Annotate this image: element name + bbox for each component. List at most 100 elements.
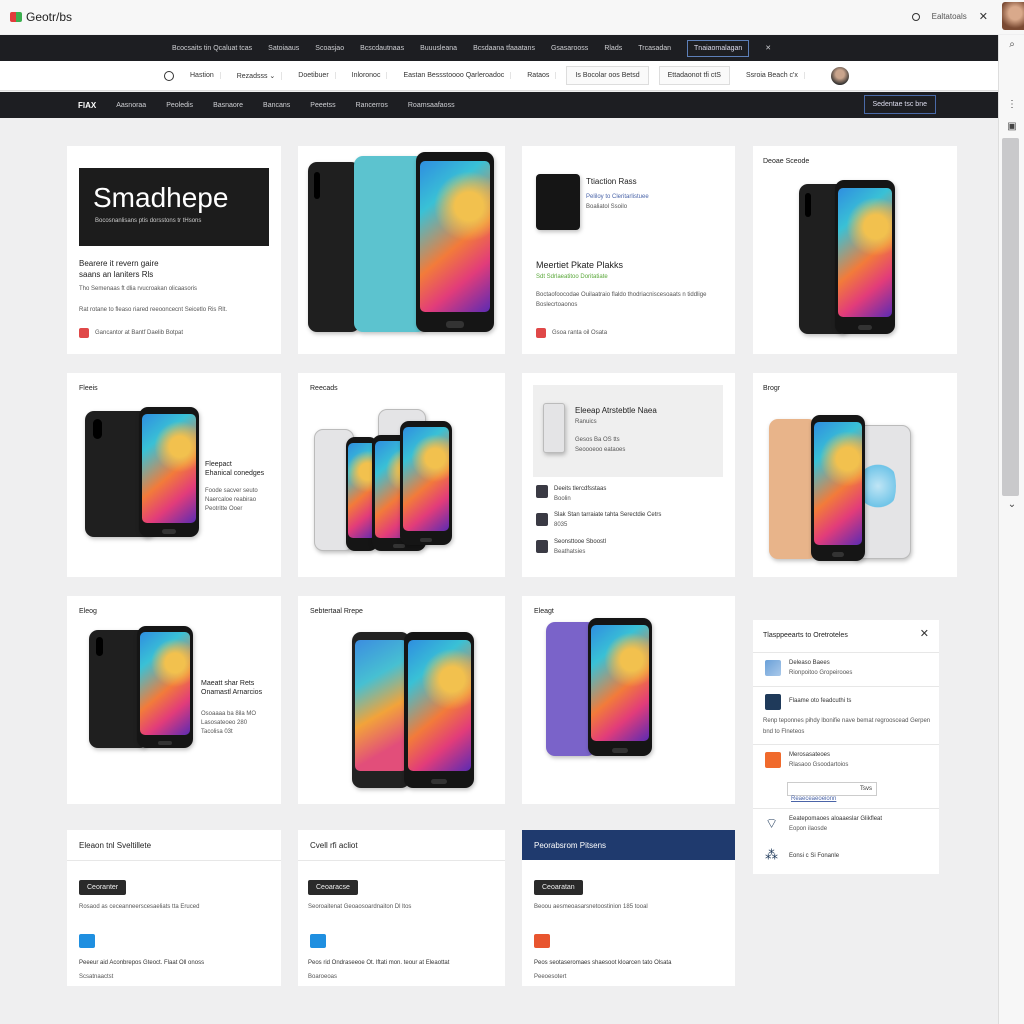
title-bar: Geotr/bs Ealtatoals ✕ <box>0 0 1024 34</box>
nav1-item[interactable]: Bcscdautnaas <box>360 45 404 52</box>
filter-item[interactable]: Ssroia Beach c'x <box>740 72 805 79</box>
panel-item-sub: Rionpoitoo Gropeirooes <box>789 670 853 676</box>
app-logo[interactable]: Geotr/bs <box>10 10 72 24</box>
category-item[interactable]: Aasnoraa <box>116 102 146 109</box>
phone-image <box>139 407 199 537</box>
nav1-item[interactable]: Rlads <box>604 45 622 52</box>
product-card[interactable]: Ttiaction Rass Peliloy to Cleritarlistue… <box>522 146 735 354</box>
panel-item[interactable]: Flaame oto feadcuthi ts <box>789 696 851 707</box>
nav3-cta-button[interactable]: Sedentae tsc bne <box>863 95 936 114</box>
info-card[interactable]: Peorabsrom Pitsens Ceoaratan Beoou aesme… <box>522 830 735 986</box>
image-icon[interactable]: ▣ <box>1006 121 1018 133</box>
nav1-item[interactable]: Bcocsaits tin Qcaluat tcas <box>172 45 252 52</box>
nav1-boxed-button[interactable]: Tnaiaomalagan <box>687 39 750 57</box>
search-icon[interactable]: ⌕ <box>1006 39 1018 51</box>
filter-box[interactable]: Ettadaonot tfi ctS <box>658 66 730 85</box>
card-heading: Ehanical conedges <box>205 470 265 477</box>
product-card[interactable]: Sebtertaal Rrepe <box>298 596 505 804</box>
product-card[interactable]: Eleagt <box>522 596 735 804</box>
phone-image <box>400 421 452 545</box>
feature-box: Eleeap Atrstebtle Naea Ranuics Gesos Ba … <box>533 385 723 477</box>
nav3-brand[interactable]: FlAX <box>78 101 96 110</box>
brand-mark-icon <box>10 12 22 22</box>
card-title: Eleagt <box>534 608 554 615</box>
product-card[interactable]: Deoae Sceode <box>753 146 957 354</box>
product-card[interactable]: Smadhepe Bocosnanlisans ptis dorsstons t… <box>67 146 281 354</box>
nav1-item[interactable]: Satoiaaus <box>268 45 299 52</box>
scrollbar-thumb[interactable] <box>1002 138 1019 496</box>
nav1-item[interactable]: Gsasarooss <box>551 45 588 52</box>
product-card[interactable]: Reecads <box>298 373 505 577</box>
panel-link[interactable]: Reaeceaeoeionn <box>791 794 836 805</box>
card-text: Peotritte Ooer <box>205 506 243 512</box>
nav1-item[interactable]: Bcsdaana tfaaatans <box>473 45 535 52</box>
category-item[interactable]: Peoledis <box>166 102 193 109</box>
feature-text: Seoooeoo eataoes <box>575 447 626 453</box>
primary-nav: Bcocsaits tin Qcaluat tcas Satoiaaus Sco… <box>0 35 998 61</box>
nav1-item[interactable]: Buuusleana <box>420 45 457 52</box>
card-icon <box>79 934 95 948</box>
hero-banner: Smadhepe Bocosnanlisans ptis dorsstons t… <box>79 168 269 246</box>
filter-item[interactable]: Doetibuer <box>292 72 336 79</box>
card-footer[interactable]: Gsoa ranta oil Osata <box>552 328 607 339</box>
card-text: Peeeur aid Aconbrepos Gteoct. Flaat Oll … <box>79 960 205 966</box>
close-icon[interactable]: ✕ <box>920 627 929 640</box>
nav1-item[interactable]: Scoasjao <box>315 45 344 52</box>
menu-icon[interactable]: ⋮ <box>1006 99 1018 111</box>
card-title: Sebtertaal Rrepe <box>310 608 363 615</box>
list-item-sub: Boolin <box>554 496 571 502</box>
list-icon <box>536 513 548 526</box>
profile-avatar[interactable] <box>830 66 849 85</box>
product-card[interactable]: Eleog Maeatt shar Rets Onamastl Arnarcio… <box>67 596 281 804</box>
phone-image <box>769 419 817 559</box>
filter-item[interactable]: Hastion <box>184 72 221 79</box>
card-icon <box>310 934 326 948</box>
panel-item[interactable]: Eonsi c Si Fonanle <box>789 851 839 862</box>
card-header: Peorabsrom Pitsens <box>522 830 735 860</box>
product-card[interactable] <box>298 146 505 354</box>
filter-bar: Hastion Rezadsss ⌄ Doetibuer Inloronoc E… <box>0 61 998 91</box>
product-card[interactable]: Eleeap Atrstebtle Naea Ranuics Gesos Ba … <box>522 373 735 577</box>
nav1-item[interactable]: Trcasadan <box>638 45 671 52</box>
info-card[interactable]: Eleaon tnl Sveltillete Ceoranter Rosaod … <box>67 830 281 986</box>
card-action-button[interactable]: Ceoranter <box>79 880 127 895</box>
product-card[interactable]: Brogr <box>753 373 957 577</box>
card-title: Eleog <box>79 608 97 615</box>
category-item[interactable]: Rancerros <box>356 102 388 109</box>
filter-item[interactable]: Rataos <box>521 72 557 79</box>
user-avatar[interactable] <box>1002 2 1024 30</box>
category-item[interactable]: Basnaore <box>213 102 243 109</box>
filter-dropdown[interactable]: Rezadsss ⌄ <box>231 71 283 80</box>
search-icon[interactable] <box>911 12 920 21</box>
top-link[interactable]: Ealtatoals <box>932 12 967 21</box>
phone-image <box>404 632 474 788</box>
card-footer[interactable]: Gancantor at Bantf Daelib Botpat <box>95 328 183 339</box>
info-card[interactable]: Cvell rfi acliot Ceoaracse Seoroaitenat … <box>298 830 505 986</box>
category-item[interactable]: Peeetss <box>310 102 335 109</box>
filter-box[interactable]: Is Bocolar oos Betsd <box>566 66 649 85</box>
list-item-sub: 8035 <box>554 522 568 528</box>
filter-item[interactable]: Eastan Bessstoooo Qarleroadoc <box>397 72 512 79</box>
hero-title: Smadhepe <box>93 182 229 213</box>
filter-item[interactable]: Inloronoc <box>346 72 388 79</box>
product-card[interactable]: Fleeis Fleepact Ehanical conedges Foode … <box>67 373 281 577</box>
card-text: Peos rid Ondraseeoe Ot. lftati mon. teou… <box>308 960 450 966</box>
card-action-button[interactable]: Ceoaratan <box>534 880 583 895</box>
clock-icon[interactable] <box>164 70 174 81</box>
card-title: Cvell rfi acliot <box>310 841 358 850</box>
list-icon <box>536 485 548 498</box>
category-item[interactable]: Bancans <box>263 102 290 109</box>
scroll-down-icon[interactable]: ⌄ <box>1006 499 1018 511</box>
card-action-button[interactable]: Ceoaracse <box>308 880 358 895</box>
category-item[interactable]: Roamsaafaoss <box>408 102 455 109</box>
nav1-close-icon[interactable]: ✕ <box>765 44 771 52</box>
card-text: Tho Semenaas ft dlia rvucroakan olicaaso… <box>79 286 198 292</box>
phone-image <box>308 162 360 332</box>
close-icon[interactable]: ✕ <box>979 10 988 23</box>
phone-image <box>543 403 565 453</box>
chart-icon <box>765 752 781 768</box>
card-text: Scsatnaactst <box>79 974 114 980</box>
list-item[interactable]: Slak Stan tarraiate tahta Serectdie Cetr… <box>554 510 661 521</box>
panel-item-sub: Rlasaoo Gsoodartoios <box>789 762 849 768</box>
card-text: Seoroaitenat Geoaosoardnaiton Dl ltos <box>308 904 412 910</box>
